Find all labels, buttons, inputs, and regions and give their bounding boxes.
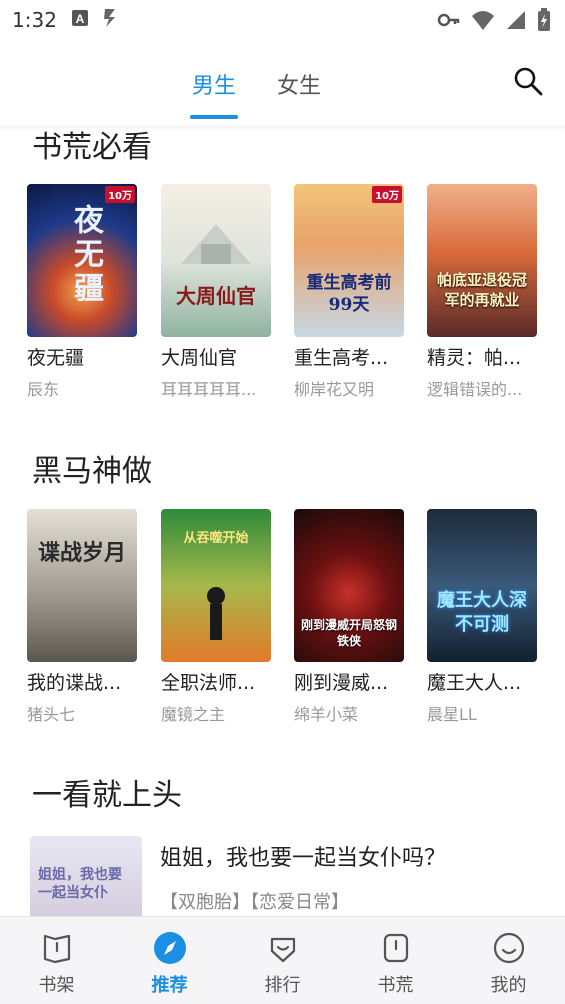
active-tab-indicator (190, 115, 238, 119)
nav-label: 书架 (38, 975, 75, 996)
book-cover: 谍战岁月 (27, 509, 137, 662)
top-tab-bar: 男生 女生 (0, 40, 565, 126)
nav-label: 书荒 (377, 975, 414, 996)
book-title: 刚到漫威... (294, 672, 389, 694)
nav-label: 我的 (490, 975, 527, 996)
nav-bookshelf[interactable]: 书架 (0, 917, 113, 1004)
book-card[interactable]: 大周仙官 大周仙官 耳耳耳耳耳... (161, 184, 273, 400)
book-author: 辰东 (27, 380, 60, 399)
book-author: 魔镜之主 (161, 705, 226, 724)
book-cover: 从吞噬开始 (161, 509, 271, 662)
book-cover: 10万 夜无疆 (27, 184, 137, 337)
book-author: 绵羊小菜 (294, 705, 359, 724)
list-item[interactable]: 姐姐，我也要一起当女仆 姐姐，我也要一起当女仆吗？ 【双胞胎】【恋爱日常】 (30, 836, 540, 916)
palace-illustration (181, 224, 251, 264)
notification-a-icon: A (71, 9, 89, 31)
book-title: 夜无疆 (27, 347, 85, 369)
bolt-icon (101, 7, 119, 33)
silhouette-illustration (207, 587, 225, 640)
nav-label: 推荐 (151, 975, 188, 996)
search-icon (514, 67, 543, 96)
list-item-tags: 【双胞胎】【恋爱日常】 (160, 892, 349, 913)
nav-recommend[interactable]: 推荐 (113, 917, 226, 1004)
svg-text:A: A (76, 12, 85, 26)
list-item-title: 姐姐，我也要一起当女仆吗？ (160, 846, 447, 871)
book-title: 我的谍战... (27, 672, 122, 694)
smile-icon (493, 932, 524, 964)
book-cover: 姐姐，我也要一起当女仆 (30, 836, 142, 916)
book-card[interactable]: 刚到漫威开局怒钢铁侠 刚到漫威... 绵羊小菜 (294, 509, 406, 725)
book-card[interactable]: 从吞噬开始 全职法师... 魔镜之主 (161, 509, 273, 725)
wifi-icon (471, 9, 495, 35)
nav-profile[interactable]: 我的 (452, 917, 565, 1004)
nav-book-shortage[interactable]: 书荒 (339, 917, 452, 1004)
signal-icon (505, 9, 527, 35)
book-title: 大周仙官 (161, 347, 238, 369)
book-card[interactable]: 魔王大人深不可测 魔王大人... 晨星LL (427, 509, 539, 725)
book-card[interactable]: 10万 夜无疆 夜无疆 辰东 (27, 184, 139, 400)
book-card[interactable]: 谍战岁月 我的谍战... 猪头七 (27, 509, 139, 725)
book-card[interactable]: 10万 重生高考前99天 重生高考... 柳岸花又明 (294, 184, 406, 400)
tab-female[interactable]: 女生 (277, 68, 321, 100)
book-cover: 大周仙官 (161, 184, 271, 337)
book-title: 精灵：帕... (427, 347, 522, 369)
recommend-content[interactable]: 书荒必看 10万 夜无疆 夜无疆 辰东 大周仙官 大周仙官 耳耳耳耳耳... 1… (0, 126, 565, 916)
bottom-nav: 书架 推荐 排行 书荒 我的 (0, 916, 565, 1004)
book-author: 晨星LL (427, 705, 477, 724)
battery-icon (537, 8, 551, 36)
book-title: 重生高考... (294, 347, 389, 369)
book-author: 柳岸花又明 (294, 380, 375, 399)
key-icon (437, 9, 461, 35)
section-title-addictive: 一看就上头 (32, 778, 182, 813)
book-cover: 10万 重生高考前99天 (294, 184, 404, 337)
book-shortage-icon (383, 933, 408, 963)
section-title-must-read: 书荒必看 (32, 130, 152, 165)
compass-icon (153, 932, 186, 964)
book-cover: 帕底亚退役冠军的再就业 (427, 184, 537, 337)
ranking-icon (270, 937, 295, 963)
hot-badge: 10万 (105, 186, 135, 203)
nav-label: 排行 (264, 975, 301, 996)
section-title-dark-horse: 黑马神做 (32, 454, 152, 489)
hot-badge: 10万 (372, 186, 402, 203)
bookshelf-icon (43, 934, 70, 964)
book-cover: 刚到漫威开局怒钢铁侠 (294, 509, 404, 662)
book-cover: 魔王大人深不可测 (427, 509, 537, 662)
book-author: 猪头七 (27, 705, 76, 724)
status-bar: 1:32 A (0, 0, 565, 40)
book-title: 魔王大人... (427, 672, 522, 694)
search-button[interactable] (513, 66, 543, 96)
book-author: 逻辑错误的... (427, 380, 523, 399)
book-title: 全职法师... (161, 672, 256, 694)
nav-ranking[interactable]: 排行 (226, 917, 339, 1004)
status-time: 1:32 (12, 8, 57, 32)
tab-male[interactable]: 男生 (192, 68, 236, 100)
book-card[interactable]: 帕底亚退役冠军的再就业 精灵：帕... 逻辑错误的... (427, 184, 539, 400)
book-author: 耳耳耳耳耳... (161, 380, 257, 399)
